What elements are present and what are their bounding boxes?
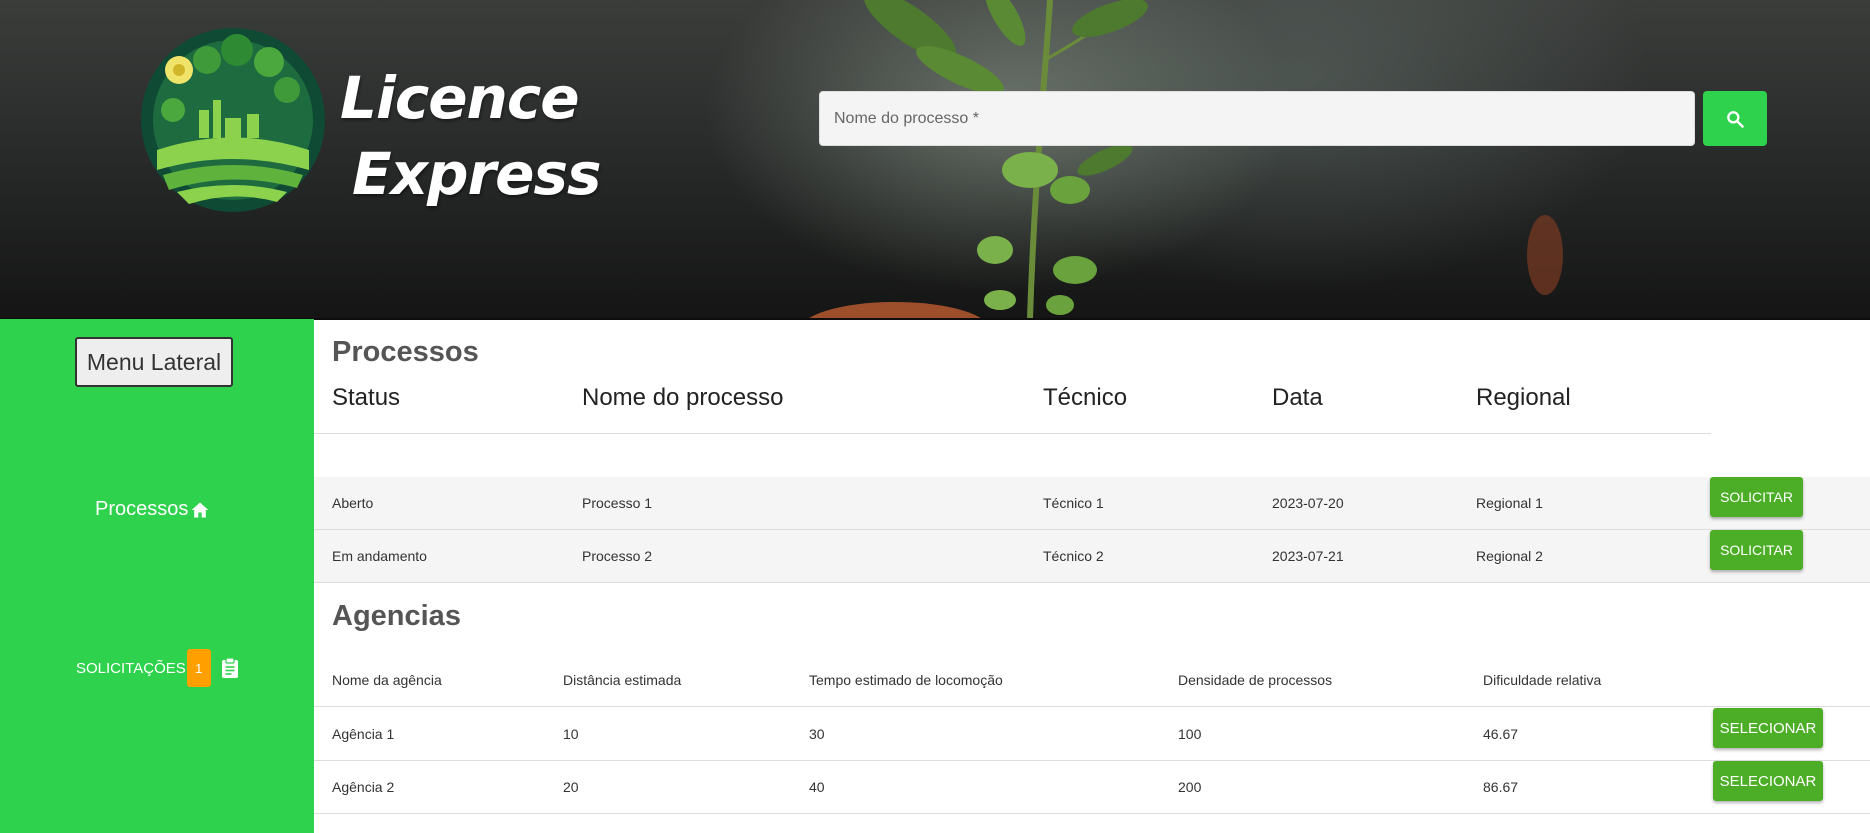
cell-dificuldade: 86.67 <box>1483 779 1519 795</box>
table-row: Agência 1 10 30 100 46.67 <box>314 708 1870 761</box>
selecionar-button[interactable]: SELECIONAR <box>1713 708 1823 748</box>
cell-distancia: 20 <box>563 779 579 795</box>
cell-tecnico: Técnico 2 <box>1043 548 1104 564</box>
licence-express-logo <box>141 28 325 212</box>
cell-nome-processo: Processo 2 <box>582 548 653 564</box>
sidebar-item-processos[interactable]: Processos <box>95 498 210 521</box>
column-header-regional: Regional <box>1476 384 1571 411</box>
sidebar-item-solicitacoes[interactable]: SOLICITAÇÕES 1 <box>76 649 239 687</box>
table-row: Em andamento Processo 2 Técnico 2 2023-0… <box>314 530 1870 583</box>
column-header-nome-processo: Nome do processo <box>582 384 784 411</box>
solicitar-button[interactable]: SOLICITAR <box>1710 477 1803 517</box>
column-header-dificuldade: Dificuldade relativa <box>1483 672 1602 688</box>
search-button[interactable] <box>1703 91 1767 146</box>
menu-lateral-button[interactable]: Menu Lateral <box>75 337 233 387</box>
home-icon <box>192 502 209 517</box>
column-header-nome-agencia: Nome da agência <box>332 672 442 688</box>
process-name-search-input[interactable]: Nome do processo * <box>819 91 1695 146</box>
cell-tempo: 40 <box>809 779 825 795</box>
cell-status: Em andamento <box>332 548 427 564</box>
sidebar-item-label: SOLICITAÇÕES <box>76 659 186 677</box>
column-header-tempo: Tempo estimado de locomoção <box>809 672 1003 688</box>
column-header-status: Status <box>332 384 401 411</box>
processos-table-header: Status Nome do processo Técnico Data Reg… <box>314 363 1711 434</box>
cell-data: 2023-07-21 <box>1272 548 1344 564</box>
cell-regional: Regional 2 <box>1476 548 1543 564</box>
cell-data: 2023-07-20 <box>1272 495 1344 511</box>
cell-status: Aberto <box>332 495 374 511</box>
column-header-data: Data <box>1272 384 1323 411</box>
table-row: Aberto Processo 1 Técnico 1 2023-07-20 R… <box>314 477 1870 530</box>
cell-tecnico: Técnico 1 <box>1043 495 1104 511</box>
cell-dificuldade: 46.67 <box>1483 726 1519 742</box>
column-header-distancia: Distância estimada <box>563 672 682 688</box>
cell-tempo: 30 <box>809 726 825 742</box>
cell-nome-processo: Processo 1 <box>582 495 653 511</box>
clipboard-icon <box>221 657 238 678</box>
table-row: Agência 2 20 40 200 86.67 <box>314 761 1870 814</box>
sidebar-item-label: Processos <box>95 498 189 520</box>
cell-densidade: 200 <box>1178 779 1202 795</box>
cell-regional: Regional 1 <box>1476 495 1543 511</box>
cell-densidade: 100 <box>1178 726 1202 742</box>
main-content: Processos Status Nome do processo Técnic… <box>314 319 1870 833</box>
selecionar-button[interactable]: SELECIONAR <box>1713 761 1823 801</box>
cell-nome-agencia: Agência 1 <box>332 726 395 742</box>
sidebar: Menu Lateral Processos SOLICITAÇÕES 1 <box>0 319 314 833</box>
solicitar-button[interactable]: SOLICITAR <box>1710 530 1803 570</box>
header-banner: Licence Express Nome do processo * <box>0 0 1870 320</box>
brand-line-2: Express <box>352 140 602 208</box>
agencias-title: Agencias <box>332 600 461 632</box>
brand-line-1: Licence <box>340 64 580 132</box>
solicitacoes-count-badge: 1 <box>186 649 211 687</box>
search-icon <box>1727 110 1744 128</box>
brand-title: Licence Express <box>340 60 602 212</box>
cell-distancia: 10 <box>563 726 579 742</box>
agencias-table-header: Nome da agência Distância estimada Tempo… <box>314 654 1870 707</box>
column-header-tecnico: Técnico <box>1043 384 1128 411</box>
cell-nome-agencia: Agência 2 <box>332 779 395 795</box>
search-input-placeholder: Nome do processo * <box>834 109 979 127</box>
column-header-densidade: Densidade de processos <box>1178 672 1333 688</box>
